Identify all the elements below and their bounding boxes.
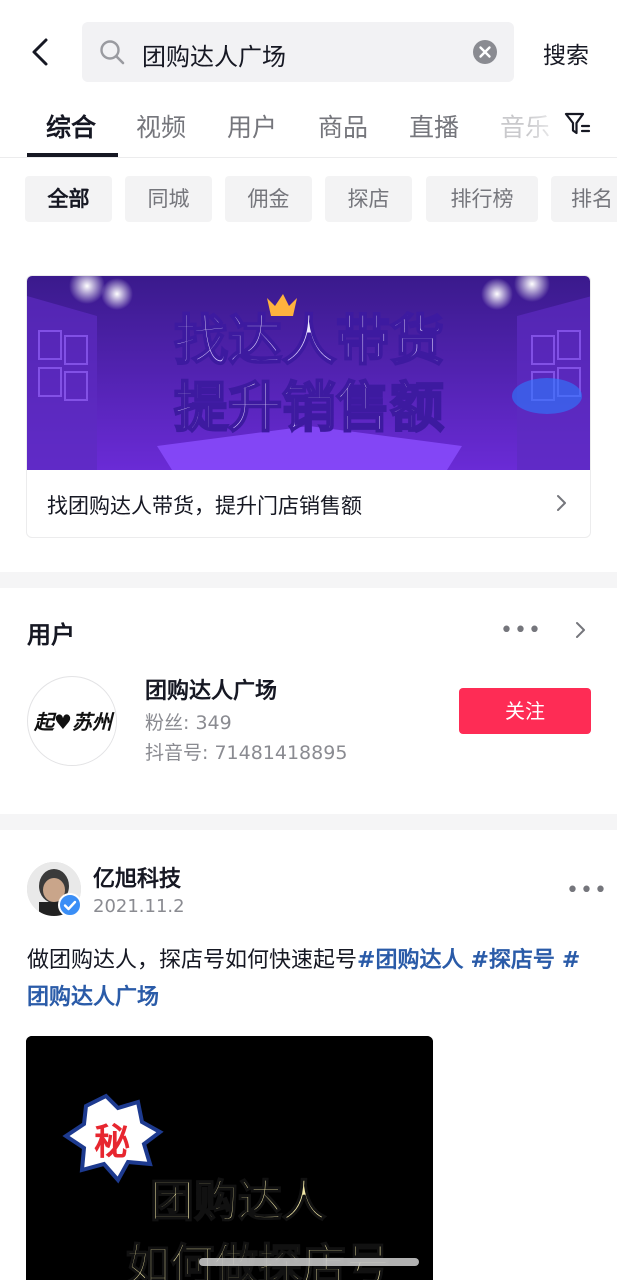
- search-header: 团购达人广场 搜索: [0, 20, 617, 82]
- more-options-icon[interactable]: •••: [566, 878, 608, 903]
- post-video-thumbnail[interactable]: 秘 团购达人 如何做探店号: [26, 1036, 433, 1280]
- tab-products[interactable]: 商品: [318, 108, 368, 144]
- chevron-left-icon: [32, 38, 48, 66]
- tab-live[interactable]: 直播: [409, 108, 459, 144]
- home-indicator[interactable]: [199, 1258, 419, 1266]
- search-icon: [100, 40, 125, 65]
- user-avatar-logo: 起♥苏州: [29, 678, 116, 765]
- tab-videos[interactable]: 视频: [136, 108, 186, 144]
- user-avatar[interactable]: 起♥苏州: [27, 676, 117, 766]
- post-text: 做团购达人，探店号如何快速起号: [27, 948, 358, 973]
- post-author-name[interactable]: 亿旭科技: [93, 861, 181, 893]
- tab-users[interactable]: 用户: [227, 108, 277, 144]
- section-divider: [0, 572, 617, 588]
- post-date: 2021.11.2: [93, 896, 185, 917]
- verified-badge-icon: [58, 893, 82, 917]
- users-section-title: 用户: [27, 621, 75, 649]
- banner-headline-1: 找达人带货: [174, 309, 444, 372]
- svg-text:秘: 秘: [94, 1122, 130, 1163]
- user-name[interactable]: 团购达人广场: [145, 673, 277, 705]
- filter-icon[interactable]: [563, 110, 591, 138]
- section-divider: [0, 814, 617, 830]
- search-input[interactable]: 团购达人广场: [82, 22, 514, 82]
- douyin-id: 抖音号: 71481418895: [145, 742, 348, 764]
- chip-local[interactable]: 同城: [125, 176, 212, 222]
- svg-text:起♥苏州: 起♥苏州: [33, 710, 115, 734]
- active-tab-indicator: [27, 153, 118, 157]
- chip-commission[interactable]: 佣金: [225, 176, 312, 222]
- chip-rank[interactable]: 排名: [551, 176, 617, 222]
- result-tabs: 综合 视频 用户 商品 直播 音乐: [0, 100, 617, 158]
- post-caption[interactable]: 做团购达人，探店号如何快速起号#团购达人 #探店号 #团购达人广场: [27, 942, 587, 1016]
- video-cover-image: 秘 团购达人 如何做探店号: [26, 1036, 433, 1280]
- banner-caption: 找团购达人带货，提升门店销售额: [47, 494, 362, 518]
- search-query-text: 团购达人广场: [142, 43, 286, 71]
- hashtag-link[interactable]: #探店号: [470, 948, 554, 973]
- follow-button[interactable]: 关注: [459, 688, 591, 734]
- search-results-page: 团购达人广场 搜索 综合 视频 用户 商品 直播 音乐 全部 同城 佣金 探店 …: [0, 0, 617, 1280]
- chip-store-visit[interactable]: 探店: [325, 176, 412, 222]
- hashtag-link[interactable]: #团购达人: [357, 948, 463, 973]
- back-button[interactable]: [22, 32, 62, 72]
- chip-all[interactable]: 全部: [25, 176, 112, 222]
- chevron-right-icon: [557, 495, 566, 511]
- svg-text:团购达人: 团购达人: [150, 1176, 326, 1227]
- tab-all[interactable]: 综合: [46, 108, 96, 144]
- banner-headline-2: 提升销售额: [174, 376, 444, 439]
- more-options-icon[interactable]: •••: [500, 618, 542, 643]
- chevron-right-icon[interactable]: [569, 619, 591, 641]
- follower-count: 粉丝: 349: [145, 712, 232, 734]
- search-submit-button[interactable]: 搜索: [543, 36, 589, 70]
- clear-icon[interactable]: [472, 39, 498, 65]
- filter-chips: 全部 同城 佣金 探店 排行榜 排名: [0, 176, 617, 224]
- chip-ranking[interactable]: 排行榜: [426, 176, 538, 222]
- promo-banner-image: 找达人带货 提升销售额: [27, 276, 590, 470]
- promo-banner-card[interactable]: 找达人带货 提升销售额 找团购达人带货，提升门店销售额: [26, 275, 591, 538]
